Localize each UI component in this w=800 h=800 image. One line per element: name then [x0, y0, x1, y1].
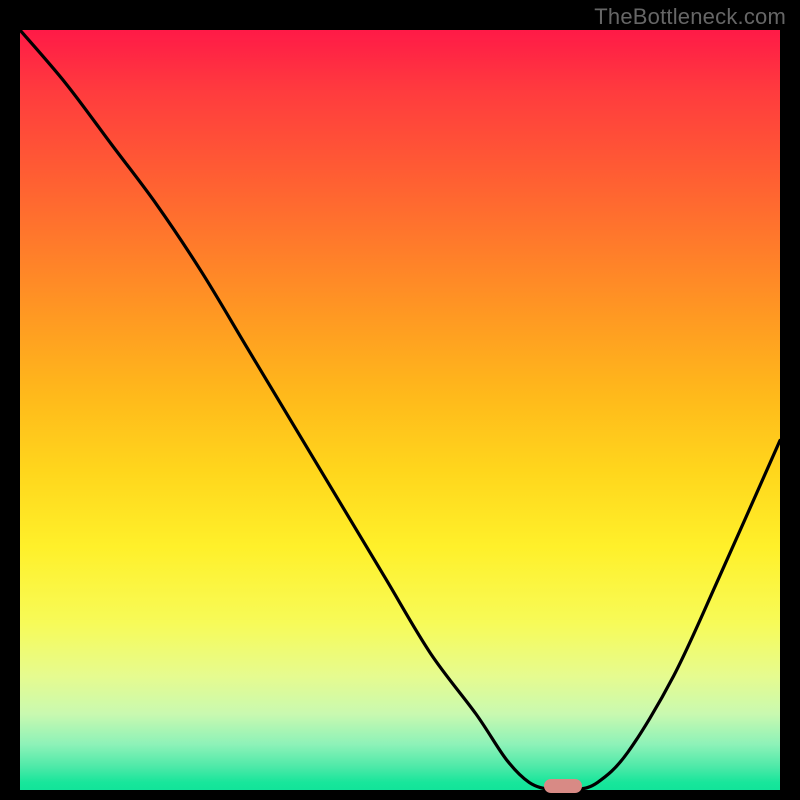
plot-area	[20, 30, 780, 790]
bottleneck-curve-path	[20, 30, 780, 790]
curve-svg	[20, 30, 780, 790]
optimal-marker	[544, 779, 582, 793]
watermark-text: TheBottleneck.com	[594, 4, 786, 30]
outer-frame: TheBottleneck.com	[0, 0, 800, 800]
